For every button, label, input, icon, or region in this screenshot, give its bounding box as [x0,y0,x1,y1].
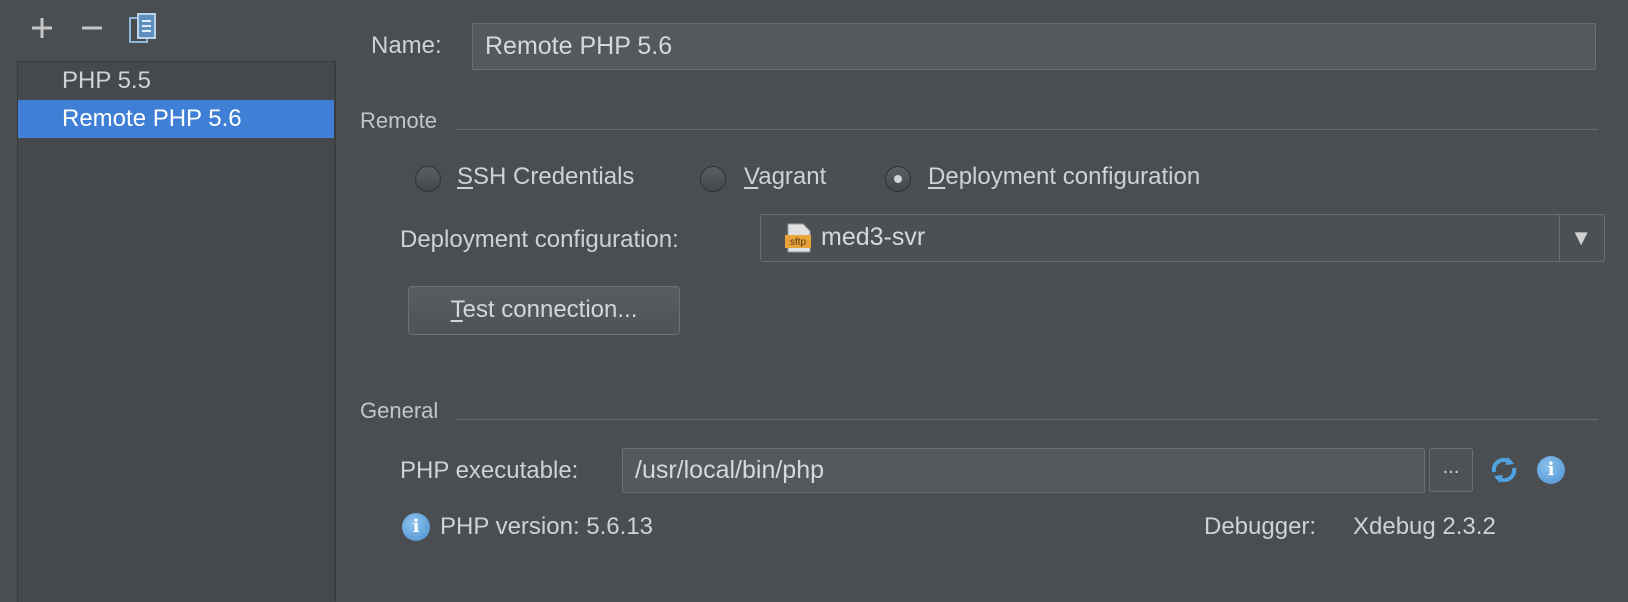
debugger-label: Debugger: [1204,513,1317,540]
label-text: SH Credentials [473,163,635,190]
add-button[interactable] [30,14,54,44]
debugger-value: Xdebug 2.3.2 [1353,513,1496,540]
browse-button[interactable]: ... [1429,448,1473,492]
php-version-text: PHP version: 5.6.13 [440,513,654,540]
ssh-credentials-radio[interactable] [415,166,441,192]
remove-button[interactable] [80,14,104,44]
section-separator [456,419,1598,420]
php-executable-input[interactable] [622,448,1425,493]
copy-button[interactable] [128,12,158,50]
mnemonic: V [744,163,759,190]
deployment-configuration-radio[interactable] [885,166,911,192]
mnemonic: S [457,163,474,190]
interpreter-list: PHP 5.5 Remote PHP 5.6 [17,61,336,602]
reload-icon[interactable] [1488,454,1520,486]
deployment-configuration-label: Deployment configuration: [400,226,679,253]
combo-separator [1559,215,1560,261]
button-label: est connection... [462,296,638,323]
dropdown-arrow-icon[interactable]: ▼ [1570,225,1592,251]
sftp-icon: sftp [785,223,811,253]
list-item[interactable]: PHP 5.5 [18,62,335,100]
deployment-configuration-value: med3-svr [821,223,926,251]
remote-section-title: Remote [360,108,438,133]
name-label: Name: [371,32,442,59]
test-connection-button[interactable]: Test connection... [408,286,680,335]
minus-icon [82,26,102,30]
info-icon[interactable]: i [1537,456,1565,484]
name-input[interactable] [472,23,1596,70]
vagrant-radio[interactable] [700,166,726,192]
php-executable-label: PHP executable: [400,457,579,484]
info-icon: i [402,513,430,541]
copy-icon [129,13,156,43]
label-text: agrant [758,163,827,190]
sftp-icon-text: sftp [790,237,807,248]
panel-divider [334,61,335,601]
mnemonic: D [928,163,946,190]
mnemonic: T [450,296,463,323]
list-item-selected[interactable]: Remote PHP 5.6 [18,100,335,138]
general-section-title: General [360,398,439,423]
ssh-credentials-label[interactable]: SSH Credentials [457,163,634,191]
section-separator [455,129,1598,130]
deployment-configuration-combo[interactable]: sftp med3-svr ▼ [760,214,1605,262]
label-text: eployment configuration [945,163,1201,190]
deployment-configuration-radio-label[interactable]: Deployment configuration [928,163,1200,191]
plus-icon [32,18,52,38]
vagrant-label[interactable]: Vagrant [744,163,826,191]
